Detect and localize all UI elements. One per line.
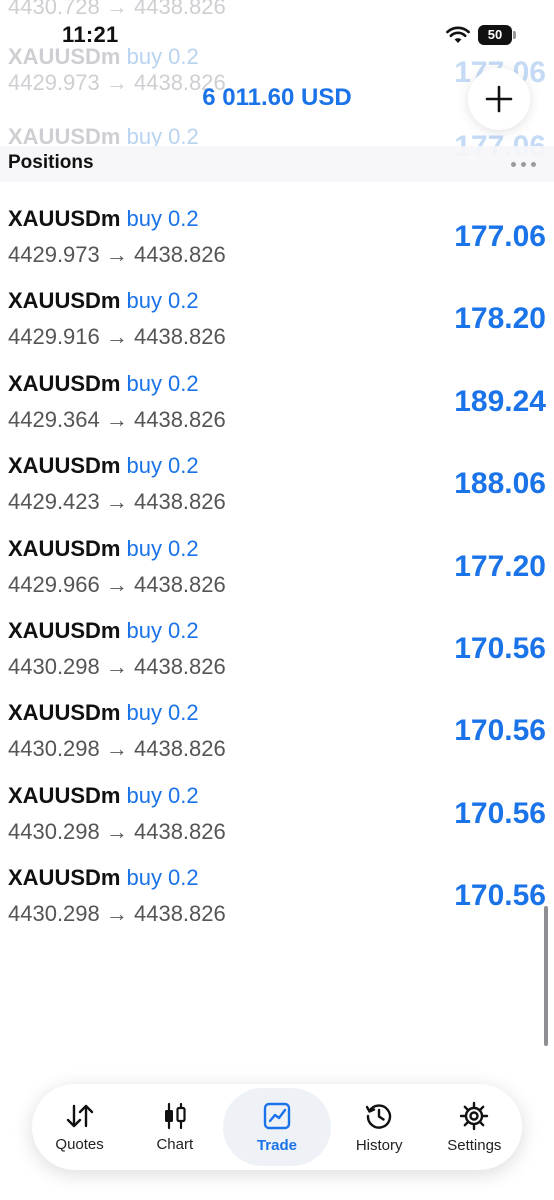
tab-label: Trade	[256, 1136, 297, 1154]
plus-icon	[485, 85, 513, 113]
position-prices: 4430.298 → 4438.826	[8, 653, 226, 679]
tab-history[interactable]: History	[332, 1088, 426, 1166]
position-profit: 170.56	[454, 631, 546, 665]
position-row[interactable]: XAUUSDm buy 0.2 4430.298 → 4438.826 170.5…	[0, 865, 554, 947]
position-symbol: XAUUSDm buy 0.2	[8, 206, 199, 231]
position-prices: 4430.298 → 4438.826	[8, 736, 226, 762]
gear-icon	[460, 1101, 489, 1130]
arrows-up-down-icon	[66, 1104, 93, 1127]
position-row[interactable]: XAUUSDm buy 0.2 4430.298 → 4438.826 170.5…	[0, 783, 554, 865]
tab-bar: Quotes Chart Trade History Settings	[32, 1084, 522, 1170]
position-symbol: XAUUSDm buy 0.2	[8, 288, 199, 314]
position-row[interactable]: XAUUSDm buy 0.2 4429.966 → 4438.826 177.2…	[0, 536, 554, 618]
position-symbol: XAUUSDm buy 0.2	[8, 865, 199, 891]
position-symbol: XAUUSDm buy 0.2	[8, 782, 199, 808]
position-row[interactable]: XAUUSDm buy 0.2 4429.916 → 4438.826 178.2…	[0, 288, 554, 370]
position-prices: 4429.916 → 4438.826	[8, 324, 226, 350]
position-direction: buy 0.2	[126, 206, 199, 231]
position-profit: 189.24	[454, 384, 546, 418]
position-direction: buy 0.2	[126, 370, 199, 396]
position-profit: 177.20	[454, 549, 546, 583]
tab-label: Quotes	[55, 1135, 104, 1153]
position-row[interactable]: XAUUSDm buy 0.2 4430.298 → 4438.826 170.5…	[0, 618, 554, 700]
position-profit: 170.56	[454, 879, 546, 913]
position-direction: buy 0.2	[126, 865, 199, 891]
position-symbol: XAUUSDm buy 0.2	[8, 370, 199, 396]
position-symbol: XAUUSDm buy 0.2	[8, 700, 199, 726]
position-row[interactable]: XAUUSDm buy 0.2 4429.423 → 4438.826 188.0…	[0, 453, 554, 535]
position-direction: buy 0.2	[126, 535, 199, 561]
position-prices: 4429.966 → 4438.826	[8, 571, 226, 597]
position-profit: 178.20	[454, 302, 546, 336]
position-symbol: XAUUSDm buy 0.2	[8, 453, 199, 479]
tab-quotes[interactable]: Quotes	[33, 1088, 127, 1166]
position-prices: 4429.973 → 4438.826	[8, 242, 226, 267]
position-direction: buy 0.2	[126, 700, 199, 726]
position-symbol: XAUUSDm buy 0.2	[8, 535, 199, 561]
position-direction: buy 0.2	[126, 782, 199, 808]
wifi-icon	[446, 26, 470, 49]
tab-label: Chart	[156, 1135, 194, 1153]
position-prices: 4430.298 → 4438.826	[8, 901, 226, 927]
scrollbar[interactable]	[544, 906, 548, 1046]
tab-trade[interactable]: Trade	[222, 1088, 331, 1166]
position-direction: buy 0.2	[126, 288, 199, 314]
position-profit: 170.56	[454, 796, 546, 830]
positions-title: Positions	[8, 152, 94, 173]
positions-header: Positions	[0, 146, 554, 182]
position-profit: 177.06	[454, 220, 546, 253]
position-direction: buy 0.2	[126, 617, 199, 643]
clock-history-icon	[365, 1103, 392, 1129]
tab-label: History	[355, 1136, 403, 1154]
tab-chart[interactable]: Chart	[128, 1088, 222, 1166]
position-prices: 4430.298 → 4438.826	[8, 818, 226, 844]
position-prices: 4429.364 → 4438.826	[8, 406, 226, 432]
position-symbol: XAUUSDm buy 0.2	[8, 617, 199, 643]
position-row[interactable]: XAUUSDm buy 0.2 4429.973 → 4438.826 177.0…	[0, 206, 554, 288]
tab-label: Settings	[447, 1136, 502, 1154]
position-direction: buy 0.2	[126, 453, 199, 479]
position-prices: 4429.423 → 4438.826	[8, 489, 226, 515]
status-bar: 11:21 50	[0, 0, 554, 60]
position-row[interactable]: XAUUSDm buy 0.2 4430.298 → 4438.826 170.5…	[0, 700, 554, 782]
add-order-button[interactable]	[468, 68, 530, 130]
more-options-icon[interactable]	[511, 162, 536, 167]
candlestick-icon	[164, 1102, 186, 1129]
position-profit: 188.06	[454, 467, 546, 501]
position-row[interactable]: XAUUSDm buy 0.2 4429.364 → 4438.826 189.2…	[0, 371, 554, 453]
status-time: 11:21	[62, 22, 119, 47]
positions-list: XAUUSDm buy 0.2 4429.973 → 4438.826 177.0…	[0, 206, 554, 948]
trade-chart-icon	[263, 1102, 291, 1129]
tab-settings[interactable]: Settings	[427, 1088, 521, 1166]
position-profit: 170.56	[454, 714, 546, 748]
battery-icon: 50	[478, 25, 516, 45]
